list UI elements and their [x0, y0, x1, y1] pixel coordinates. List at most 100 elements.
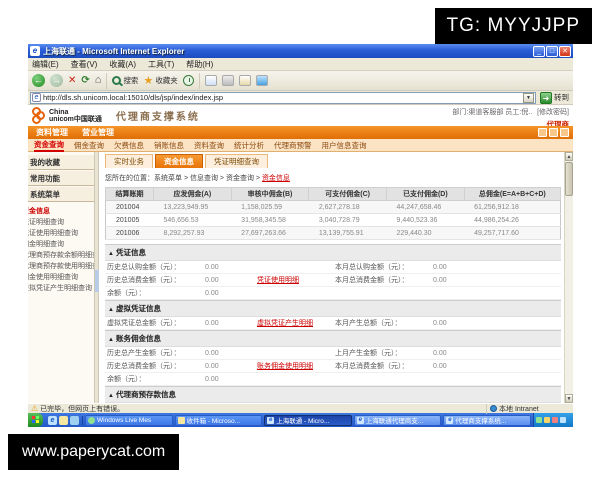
taskbar-window-inbox[interactable]: 收件箱 - Microso...: [174, 414, 263, 426]
sidebar-item-voucher-detail[interactable]: 凭证明细查询: [28, 217, 94, 228]
refresh-button[interactable]: ⟳: [81, 74, 89, 87]
sidebar-section-system-menu[interactable]: 系统菜单: [28, 187, 94, 202]
search-button[interactable]: 搜索: [112, 75, 138, 86]
section-voucher-info: ▲ 凭证信息: [105, 244, 561, 261]
vertical-scrollbar[interactable]: ▲ ▼: [564, 152, 573, 403]
stop-button[interactable]: ✕: [68, 74, 76, 87]
start-button[interactable]: [28, 413, 43, 427]
section-row: 历史总产生金额（元）： 0.00 上月产生金额（元）： 0.00: [105, 347, 561, 360]
quicklaunch-desktop-icon[interactable]: [70, 415, 79, 425]
messenger-icon[interactable]: [255, 75, 268, 86]
nav-tab-data[interactable]: 资料管理: [36, 127, 68, 138]
tray-icon[interactable]: [559, 417, 566, 423]
submenu-statistics[interactable]: 统计分析: [234, 140, 264, 151]
change-password-link[interactable]: [修改密码]: [537, 109, 569, 116]
tray-icon[interactable]: [543, 417, 550, 423]
title-bar: e 上海联通 - Microsoft Internet Explorer _ □…: [28, 44, 573, 58]
favorites-button[interactable]: ★ 收藏夹: [143, 74, 177, 87]
watermark-tg: TG: MYYJJPP: [434, 8, 592, 44]
warning-icon: ⚠: [31, 404, 39, 413]
nav-help-icon[interactable]: [549, 128, 558, 137]
tab-funds-info[interactable]: 资金信息: [155, 154, 203, 168]
submenu-commission-query[interactable]: 佣金查询: [74, 140, 104, 151]
address-input[interactable]: [43, 93, 523, 102]
section-row: 余额（元）： 0.00: [105, 373, 561, 386]
menu-help[interactable]: 帮助(H): [186, 59, 213, 70]
browser-window: e 上海联通 - Microsoft Internet Explorer _ □…: [28, 44, 573, 427]
taskbar-window-agent-support[interactable]: e 上海联通代理商支...: [353, 414, 442, 426]
quicklaunch-mail-icon[interactable]: [59, 415, 68, 425]
system-title: 代理商支撑系统: [115, 112, 200, 123]
taskbar-window-live-messenger[interactable]: Windows Live Mes: [85, 414, 173, 426]
sidebar-item-prepay-balance[interactable]: 代理商预存款余额明细查询: [28, 250, 94, 261]
sidebar-item-prepay-usage[interactable]: 代理商预存款使用明细查询: [28, 261, 94, 272]
submenu-user-info-query[interactable]: 用户信息查询: [322, 140, 367, 151]
home-button[interactable]: ⌂: [95, 74, 102, 87]
commission-usage-detail-link[interactable]: 账务佣金使用明细: [257, 361, 313, 371]
taskbar-window-shanghai-unicom[interactable]: e 上海联通 - Micro...: [264, 414, 352, 426]
section-row: 虚拟凭证总金额（元）： 0.00 虚拟凭证产生明细 本月产生总额（元）： 0.00: [105, 317, 561, 330]
address-bar: e ▼ ➜ 转到: [28, 91, 573, 105]
nav-tab-business[interactable]: 营业管理: [82, 127, 114, 138]
minimize-button[interactable]: _: [533, 45, 545, 57]
scroll-down-button[interactable]: ▼: [565, 394, 573, 403]
home-icon: ⌂: [94, 74, 102, 86]
virtual-voucher-detail-link[interactable]: 虚拟凭证产生明细: [257, 318, 313, 328]
sidebar-item-commission-detail[interactable]: 佣金明细查询: [28, 239, 94, 250]
close-button[interactable]: ✕: [559, 45, 571, 57]
nav-home-icon[interactable]: [538, 128, 547, 137]
content-tabs: 实时业务 资金信息 凭证明细查询: [105, 154, 561, 168]
tab-voucher-detail-query[interactable]: 凭证明细查询: [205, 154, 268, 168]
china-unicom-logo: [32, 107, 47, 124]
sidebar-section-favorites[interactable]: 我的收藏: [28, 155, 94, 170]
intranet-zone-icon: [490, 405, 497, 412]
sidebar-item-funds-info[interactable]: 资金信息: [28, 206, 94, 217]
submenu-profile-query[interactable]: 资料查询: [194, 140, 224, 151]
forward-button[interactable]: →: [50, 74, 63, 87]
submenu-writeoff-info[interactable]: 销账信息: [154, 140, 184, 151]
refresh-icon: ⟳: [81, 75, 90, 86]
menu-favorites[interactable]: 收藏(A): [109, 59, 136, 70]
menu-view[interactable]: 查看(V): [71, 59, 98, 70]
back-button[interactable]: ←: [32, 74, 45, 87]
nav-exit-icon[interactable]: [560, 128, 569, 137]
section-row: 余额（元）： 0.00: [105, 287, 561, 300]
col-paid: 已支付佣金(D): [385, 187, 465, 201]
taskbar-window-agent-system[interactable]: e 代理商支撑系统...: [443, 414, 531, 426]
page-header: China unicom中国联通 代理商支撑系统 部门:渠道客服部 员工:倪..…: [28, 105, 573, 129]
scroll-thumb[interactable]: [565, 162, 573, 196]
mail-icon[interactable]: [204, 75, 217, 86]
table-row: 201005 546,656.53 31,958,345.58 3,040,72…: [105, 213, 561, 227]
go-button[interactable]: ➜ 转到: [538, 91, 571, 104]
sidebar-item-voucher-usage[interactable]: 凭证使用明细查询: [28, 228, 94, 239]
menu-bar: 编辑(E) 查看(V) 收藏(A) 工具(T) 帮助(H): [28, 58, 573, 71]
section-commission-info: ▲ 账务佣金信息: [105, 330, 561, 347]
history-button[interactable]: [182, 75, 194, 86]
tray-icon[interactable]: [535, 417, 542, 423]
browser-toolbar: ← → ✕ ⟳ ⌂ 搜索 ★ 收藏夹: [28, 71, 573, 91]
col-period: 结算账期: [104, 187, 155, 201]
col-payable: 应发佣金(A): [153, 187, 232, 201]
menu-tools[interactable]: 工具(T): [148, 59, 174, 70]
ie-icon: e: [30, 46, 40, 56]
address-dropdown-button[interactable]: ▼: [523, 92, 534, 103]
menu-edit[interactable]: 编辑(E): [32, 59, 59, 70]
breadcrumb-current[interactable]: 资金信息: [262, 175, 290, 182]
sidebar-item-commission-usage[interactable]: 佣金使用明细查询: [28, 272, 94, 283]
main-nav: 资料管理 营业管理: [28, 126, 573, 139]
section-row: 历史总消费金额（元）： 0.00 凭证使用明细 本月总消费金额（元）： 0.00: [105, 274, 561, 287]
submenu-agent-alert[interactable]: 代理商预警: [274, 140, 312, 151]
submenu-funds-query[interactable]: 资金查询: [34, 139, 64, 152]
quicklaunch-ie-icon[interactable]: e: [48, 415, 57, 425]
logo-line2: unicom: [49, 115, 74, 123]
sidebar-item-virtual-voucher[interactable]: 虚拟凭证产生明细查询: [28, 283, 94, 294]
print-icon[interactable]: [221, 75, 234, 86]
scroll-up-button[interactable]: ▲: [565, 152, 573, 161]
submenu-arrears-info[interactable]: 欠费信息: [114, 140, 144, 151]
voucher-usage-detail-link[interactable]: 凭证使用明细: [257, 275, 299, 285]
edit-icon[interactable]: [238, 75, 251, 86]
tab-realtime-business[interactable]: 实时业务: [105, 154, 153, 168]
maximize-button[interactable]: □: [546, 45, 558, 57]
tray-icon[interactable]: [551, 417, 558, 423]
sidebar-section-common[interactable]: 常用功能: [28, 171, 94, 186]
